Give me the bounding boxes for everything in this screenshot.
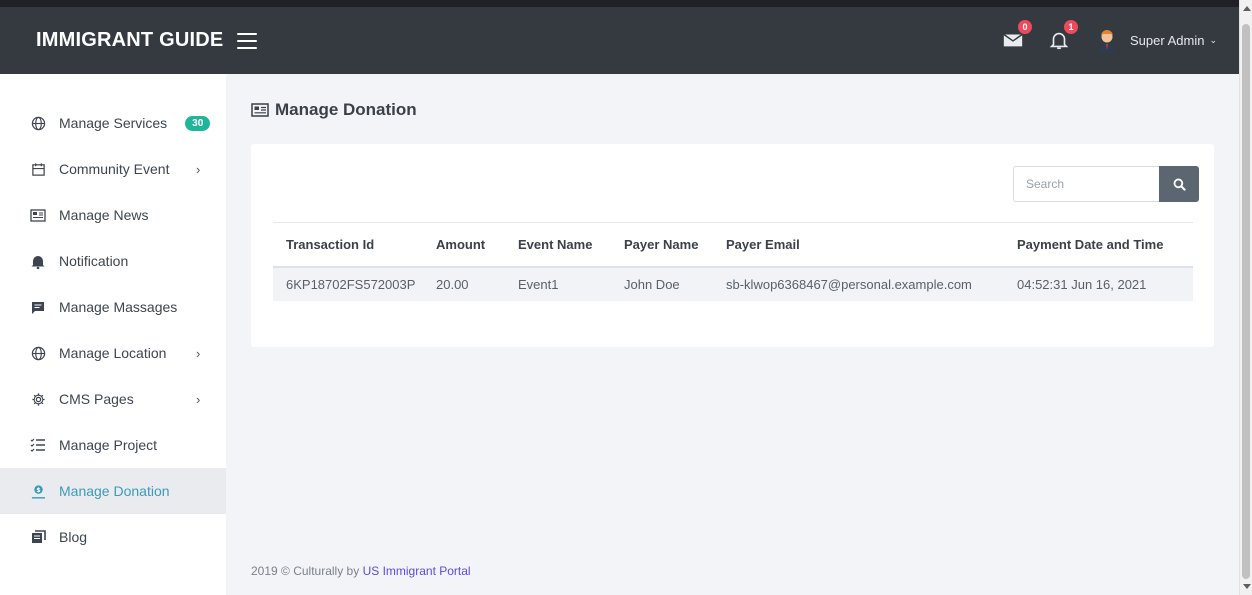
cell-transaction-id: 6KP18702FS572003P [273, 266, 423, 301]
sidebar-item-manage-donation[interactable]: $ Manage Donation [0, 468, 226, 514]
col-payment-date[interactable]: Payment Date and Time [1004, 223, 1193, 267]
cell-amount: 20.00 [423, 266, 505, 301]
col-amount[interactable]: Amount [423, 223, 505, 267]
svg-text:$: $ [36, 486, 40, 493]
table-row[interactable]: 6KP18702FS572003P 20.00 Event1 John Doe … [273, 266, 1193, 301]
col-event-name[interactable]: Event Name [505, 223, 611, 267]
newspaper-icon [30, 207, 46, 223]
page-scrollbar[interactable] [1239, 0, 1252, 595]
sidebar-item-manage-news[interactable]: Manage News [0, 192, 226, 238]
footer-text: 2019 © Culturally by [251, 564, 363, 578]
cell-payer-name: John Doe [611, 266, 713, 301]
sidebar-item-label: Manage Massages [59, 299, 178, 315]
search-button[interactable] [1159, 166, 1199, 202]
search-input[interactable] [1013, 166, 1159, 202]
sidebar-item-notification[interactable]: Notification [0, 238, 226, 284]
sidebar-item-label: Blog [59, 529, 88, 545]
brand-title[interactable]: IMMIGRANT GUIDE [0, 29, 232, 52]
list-icon [30, 437, 46, 453]
scroll-down-icon[interactable] [1243, 584, 1251, 589]
chevron-right-icon: › [196, 161, 201, 177]
blog-icon [30, 529, 46, 545]
sidebar-item-label: Manage News [59, 207, 149, 223]
sidebar-item-label: Manage Donation [59, 483, 170, 499]
sidebar-item-manage-services[interactable]: Manage Services 30 [0, 100, 226, 146]
avatar[interactable] [1094, 28, 1120, 54]
search-icon [1173, 178, 1186, 191]
user-menu[interactable]: Super Admin ⌄ [1130, 33, 1217, 48]
page-title: Manage Donation [251, 100, 417, 120]
sidebar-item-manage-massages[interactable]: Manage Massages [0, 284, 226, 330]
donation-table: Transaction Id Amount Event Name Payer N… [273, 222, 1193, 301]
scroll-up-icon[interactable] [1243, 6, 1251, 11]
notifications-button[interactable]: 1 [1048, 19, 1079, 53]
sidebar: Manage Services 30 Community Event › Man… [0, 74, 226, 595]
calendar-icon [30, 161, 46, 177]
col-transaction-id[interactable]: Transaction Id [273, 223, 423, 267]
services-count-badge: 30 [185, 115, 211, 131]
globe-icon [30, 115, 46, 131]
search-bar [1013, 166, 1199, 202]
cell-payment-date: 04:52:31 Jun 16, 2021 [1004, 266, 1193, 301]
newspaper-icon [251, 103, 269, 117]
footer-link[interactable]: US Immigrant Portal [363, 564, 471, 578]
sidebar-item-cms-pages[interactable]: CMS Pages › [0, 376, 226, 422]
gear-icon [30, 391, 46, 407]
globe-icon [30, 345, 46, 361]
chevron-right-icon: › [196, 345, 201, 361]
chevron-down-icon: ⌄ [1209, 35, 1217, 45]
menu-toggle-icon[interactable] [237, 32, 257, 49]
footer: 2019 © Culturally by US Immigrant Portal [251, 564, 471, 578]
topbar-edge [0, 0, 1239, 7]
donation-icon: $ [30, 483, 46, 499]
topbar-actions: 0 1 Super Admin ⌄ [1002, 19, 1239, 54]
sidebar-item-label: Manage Services [59, 115, 168, 131]
user-name: Super Admin [1130, 33, 1205, 48]
sidebar-item-label: CMS Pages [59, 391, 134, 407]
sidebar-item-blog[interactable]: Blog [0, 514, 226, 560]
sidebar-item-label: Manage Project [59, 437, 158, 453]
main-content: Manage Donation Transaction Id Amount Ev… [226, 74, 1239, 595]
sidebar-item-community-event[interactable]: Community Event › [0, 146, 226, 192]
notifications-badge: 1 [1064, 19, 1079, 34]
messages-button[interactable]: 0 [1002, 19, 1033, 53]
top-navbar: IMMIGRANT GUIDE 0 1 Super Admin ⌄ [0, 7, 1239, 74]
message-icon [30, 299, 46, 315]
sidebar-item-label: Manage Location [59, 345, 167, 361]
chevron-right-icon: › [196, 391, 201, 407]
col-payer-name[interactable]: Payer Name [611, 223, 713, 267]
sidebar-item-label: Notification [59, 253, 129, 269]
donation-card: Transaction Id Amount Event Name Payer N… [251, 144, 1214, 347]
table-header-row: Transaction Id Amount Event Name Payer N… [273, 222, 1193, 267]
sidebar-item-manage-location[interactable]: Manage Location › [0, 330, 226, 376]
messages-badge: 0 [1018, 19, 1033, 34]
sidebar-item-label: Community Event [59, 161, 170, 177]
user-avatar-icon [1099, 29, 1116, 53]
cell-event-name: Event1 [505, 266, 611, 301]
cell-payer-email: sb-klwop6368467@personal.example.com [713, 266, 1004, 301]
scroll-thumb[interactable] [1242, 24, 1250, 579]
bell-icon [30, 253, 46, 269]
sidebar-item-manage-project[interactable]: Manage Project [0, 422, 226, 468]
col-payer-email[interactable]: Payer Email [713, 223, 1004, 267]
page-title-text: Manage Donation [275, 100, 417, 119]
